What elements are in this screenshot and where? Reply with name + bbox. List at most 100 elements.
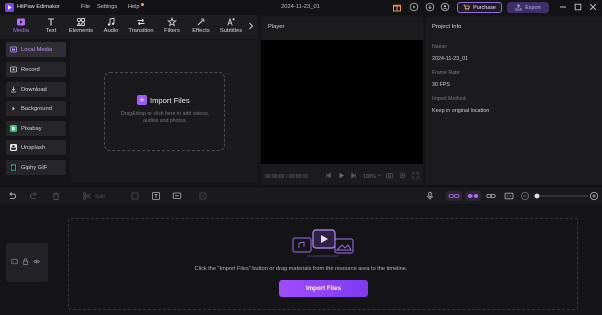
- redo-icon[interactable]: [29, 191, 39, 201]
- microphone-icon[interactable]: [425, 191, 435, 201]
- download-icon[interactable]: [425, 2, 435, 12]
- minimize-icon[interactable]: [558, 2, 568, 12]
- subtitles-icon: [226, 17, 236, 27]
- chevron-right-icon: [10, 105, 17, 112]
- zoom-out-icon[interactable]: [520, 191, 530, 201]
- fullscreen-icon[interactable]: [412, 172, 419, 179]
- tab-transition[interactable]: Transition: [127, 17, 155, 37]
- player-title: Player: [268, 24, 285, 30]
- transition-icon: [136, 17, 146, 27]
- sidebar-item-download[interactable]: Download: [6, 82, 66, 97]
- import-method-value: Keep in original location: [432, 108, 490, 114]
- tab-elements-label: Elements: [68, 28, 94, 34]
- caption-icon[interactable]: [504, 191, 514, 201]
- app-name: HitPaw Edimakor: [17, 4, 60, 10]
- drop-hint-text: Drag&drop or click here to add videos, a…: [120, 111, 210, 124]
- snapshot-icon[interactable]: [386, 172, 393, 179]
- zoom-slider[interactable]: [533, 193, 588, 199]
- menu-file[interactable]: File: [81, 4, 90, 10]
- import-files-button[interactable]: Import Files: [279, 280, 368, 297]
- tab-subtitles[interactable]: Subtitles: [217, 17, 245, 37]
- feature-tabs: Media Text Elements Audio Transition Fil…: [0, 15, 258, 39]
- download-icon: [10, 86, 17, 93]
- sidebar-item-label: Record: [21, 66, 40, 73]
- sidebar-item-label: Local Media: [21, 46, 53, 53]
- chain-icon[interactable]: [486, 191, 496, 201]
- next-frame-icon[interactable]: [350, 172, 357, 179]
- sidebar-item-label: Unsplash: [21, 144, 46, 151]
- project-info-title: Project Info: [432, 24, 462, 30]
- sidebar-item-record[interactable]: Record: [6, 62, 66, 77]
- title-bar: HitPaw Edimakor File Settings Help 2024-…: [0, 0, 602, 15]
- track-visibility-icon[interactable]: [33, 258, 40, 265]
- menu-settings[interactable]: Settings: [97, 4, 117, 10]
- import-method-label: Import Method:: [432, 96, 467, 102]
- tab-media-label: Media: [13, 28, 29, 34]
- export-icon: [515, 4, 522, 11]
- sidebar-item-pixabay[interactable]: Pixabay: [6, 121, 66, 136]
- export-button[interactable]: Export: [507, 2, 549, 13]
- split-icon[interactable]: [82, 191, 92, 201]
- purchase-button[interactable]: Purchase: [457, 2, 502, 13]
- close-icon[interactable]: [588, 2, 598, 12]
- filters-icon: [167, 17, 177, 27]
- sidebar-item-local-media[interactable]: Local Media: [6, 42, 66, 57]
- text-box-icon[interactable]: [151, 191, 161, 201]
- purchase-label: Purchase: [473, 4, 496, 11]
- account-icon[interactable]: [440, 2, 450, 12]
- tab-filters[interactable]: Filters: [160, 17, 184, 37]
- menu-help[interactable]: Help: [128, 4, 140, 10]
- app-logo-icon: [5, 3, 14, 12]
- rotate-icon[interactable]: [198, 191, 208, 201]
- cart-icon: [463, 4, 471, 11]
- import-files-label: Import Files: [150, 95, 190, 105]
- speed-dropdown-icon[interactable]: [377, 172, 382, 179]
- settings-icon[interactable]: [399, 172, 406, 179]
- link-icon: [448, 194, 460, 198]
- tabs-more-chevron-icon[interactable]: [248, 22, 254, 30]
- zoom-in-icon[interactable]: [589, 191, 599, 201]
- pixabay-icon: [10, 125, 17, 132]
- media-icon: [16, 17, 26, 27]
- magnetic-snap-toggle[interactable]: [446, 191, 462, 201]
- media-drop-zone[interactable]: + Import Files Drag&drop or click here t…: [104, 72, 225, 151]
- plus-icon: +: [137, 95, 147, 105]
- maximize-icon[interactable]: [573, 2, 583, 12]
- delete-icon[interactable]: [51, 191, 61, 201]
- tab-transition-label: Transition: [128, 28, 154, 34]
- track-video-icon[interactable]: [11, 258, 18, 265]
- previous-frame-icon[interactable]: [325, 172, 332, 179]
- tab-audio[interactable]: Audio: [100, 17, 122, 37]
- giphy-icon: [10, 164, 17, 171]
- video-preview[interactable]: [261, 40, 423, 164]
- sidebar-item-label: Giphy GIF: [21, 164, 48, 171]
- preview-toggle[interactable]: [465, 191, 481, 201]
- tab-audio-label: Audio: [103, 28, 119, 34]
- sidebar-item-unsplash[interactable]: Unsplash: [6, 140, 66, 155]
- gift-icon[interactable]: [392, 2, 402, 12]
- playback-speed[interactable]: 100%: [363, 174, 376, 180]
- import-files-link[interactable]: + Import Files: [137, 95, 190, 105]
- unsplash-icon: [10, 144, 17, 151]
- track-lock-icon[interactable]: [22, 258, 29, 265]
- help-notification-dot: [141, 3, 144, 6]
- undo-icon[interactable]: [7, 191, 17, 201]
- name-value: 2024-11-23_01: [432, 56, 469, 62]
- player-controls: 00:00:00 / 00:00:00 100%: [261, 167, 423, 185]
- sidebar-item-label: Download: [21, 86, 47, 93]
- tutorial-icon[interactable]: [409, 2, 419, 12]
- subtitle-box-icon[interactable]: [172, 191, 182, 201]
- tab-elements[interactable]: Elements: [66, 17, 96, 37]
- tab-text[interactable]: Text: [40, 17, 62, 37]
- tab-effects[interactable]: Effects: [189, 17, 213, 37]
- project-title: 2024-11-23_01: [281, 4, 320, 10]
- name-label: Name:: [432, 44, 448, 50]
- folder-icon: [10, 46, 17, 53]
- sidebar-item-background[interactable]: Background: [6, 101, 66, 116]
- play-icon[interactable]: [338, 172, 345, 179]
- sidebar-item-giphy[interactable]: Giphy GIF: [6, 160, 66, 175]
- tab-media[interactable]: Media: [9, 17, 33, 37]
- split-label[interactable]: Split: [95, 194, 105, 200]
- crop-icon[interactable]: [130, 191, 140, 201]
- tab-effects-label: Effects: [192, 28, 210, 34]
